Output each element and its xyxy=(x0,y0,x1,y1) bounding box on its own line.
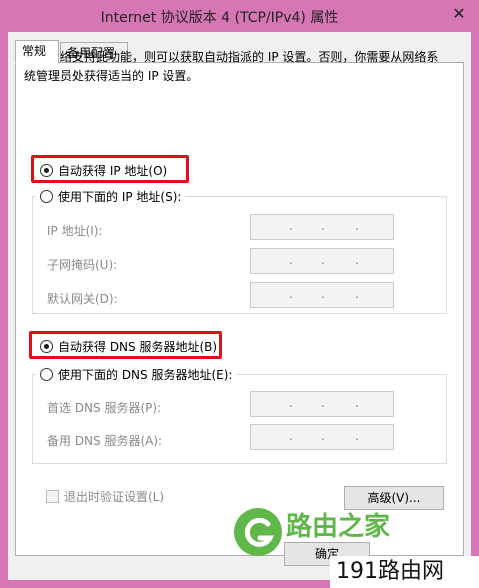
radio-manual-ip-label: 使用下面的 IP 地址(S): xyxy=(58,189,182,204)
window-title: Internet 协议版本 4 (TCP/IPv4) 属性 xyxy=(100,10,339,26)
tab-general-label: 常规 xyxy=(22,44,47,58)
preferred-dns-label: 首选 DNS 服务器(P): xyxy=(47,401,162,415)
ip-dot: . xyxy=(321,219,325,233)
watermark-corner: 191路由网 xyxy=(330,556,479,588)
subnet-mask-field[interactable]: . . . xyxy=(250,248,394,274)
subnet-mask-label: 子网掩码(U): xyxy=(47,258,118,272)
validate-checkbox-label: 退出时验证设置(L) xyxy=(64,490,165,504)
ip-dot: . xyxy=(289,396,293,410)
ip-dot: . xyxy=(289,219,293,233)
default-gateway-field[interactable]: . . . xyxy=(250,282,394,308)
ip-dot: . xyxy=(321,396,325,410)
radio-manual-ip[interactable]: 使用下面的 IP 地址(S): xyxy=(36,186,186,206)
dns-server-group xyxy=(32,374,447,464)
ip-dot: . xyxy=(289,429,293,443)
radio-manual-dns[interactable]: 使用下面的 DNS 服务器地址(E): xyxy=(36,364,237,384)
ip-address-field[interactable]: . . . xyxy=(250,214,394,240)
radio-manual-ip-indicator xyxy=(40,189,53,203)
watermark-brand: 路由之家 xyxy=(286,512,391,542)
radio-manual-dns-indicator xyxy=(40,367,53,381)
close-icon[interactable]: ✕ xyxy=(444,2,474,26)
ip-address-label: IP 地址(I): xyxy=(47,224,103,238)
ip-dot: . xyxy=(355,253,359,267)
highlight-auto-dns xyxy=(29,331,222,359)
radio-manual-dns-label: 使用下面的 DNS 服务器地址(E): xyxy=(58,367,233,382)
ip-dot: . xyxy=(289,253,293,267)
default-gateway-label: 默认网关(D): xyxy=(47,292,118,306)
ip-dot: . xyxy=(321,287,325,301)
ip-dot: . xyxy=(355,429,359,443)
tab-general[interactable]: 常规 xyxy=(15,40,59,64)
alternate-dns-label: 备用 DNS 服务器(A): xyxy=(47,434,163,448)
validate-on-exit-checkbox[interactable]: 退出时验证设置(L) xyxy=(46,488,164,505)
ip-dot: . xyxy=(355,287,359,301)
ip-dot: . xyxy=(355,396,359,410)
ip-dot: . xyxy=(355,219,359,233)
preferred-dns-field[interactable]: . . . xyxy=(250,391,394,417)
highlight-auto-ip xyxy=(31,155,189,183)
description-text: 如果网络支持此功能，则可以获取自动指派的 IP 设置。否则，你需要从网络系统管理… xyxy=(24,50,439,83)
validate-checkbox-box xyxy=(46,490,59,503)
ip-dot: . xyxy=(321,429,325,443)
ip-dot: . xyxy=(289,287,293,301)
watermark-logo xyxy=(234,508,282,556)
alternate-dns-field[interactable]: . . . xyxy=(250,424,394,450)
title-bar: Internet 协议版本 4 (TCP/IPv4) 属性 ✕ xyxy=(0,0,479,32)
ip-dot: . xyxy=(321,253,325,267)
